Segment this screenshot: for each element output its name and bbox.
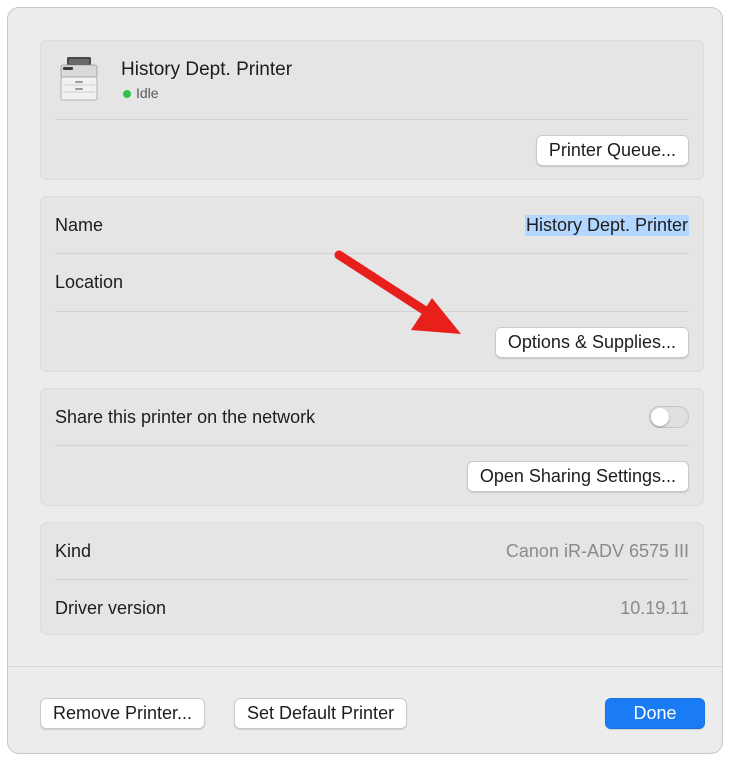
name-row: Name History Dept. Printer — [55, 197, 689, 253]
toggle-knob — [651, 408, 669, 426]
name-field[interactable]: History Dept. Printer — [524, 214, 689, 236]
location-field[interactable] — [489, 271, 689, 293]
sharing-card: Share this printer on the network Open S… — [40, 388, 704, 506]
footer-separator — [8, 666, 722, 667]
set-default-printer-button[interactable]: Set Default Printer — [234, 698, 408, 729]
printer-info-card: Kind Canon iR-ADV 6575 III Driver versio… — [40, 522, 704, 635]
open-sharing-settings-button[interactable]: Open Sharing Settings... — [466, 461, 689, 492]
kind-value: Canon iR-ADV 6575 III — [505, 540, 689, 561]
driver-value: 10.19.11 — [620, 597, 689, 618]
printer-settings-sheet: History Dept. Printer Idle Printer Queue… — [7, 7, 723, 754]
printer-queue-button[interactable]: Printer Queue... — [535, 135, 689, 166]
status-indicator-icon — [123, 90, 131, 99]
done-button[interactable]: Done — [605, 698, 705, 729]
kind-row: Kind Canon iR-ADV 6575 III — [55, 523, 689, 579]
printer-icon — [57, 55, 101, 103]
printer-details-card: Name History Dept. Printer Location Opti… — [40, 196, 704, 372]
printer-header-card: History Dept. Printer Idle Printer Queue… — [40, 40, 704, 180]
printer-status: Idle — [123, 85, 159, 101]
share-row: Share this printer on the network — [55, 389, 689, 445]
driver-label: Driver version — [55, 597, 167, 618]
share-divider — [55, 445, 689, 446]
options-supplies-button[interactable]: Options & Supplies... — [494, 327, 689, 358]
printer-status-text: Idle — [136, 85, 159, 101]
location-label: Location — [55, 271, 124, 292]
header-divider — [55, 119, 689, 120]
share-toggle[interactable] — [649, 406, 689, 428]
share-label: Share this printer on the network — [55, 406, 316, 427]
location-divider — [55, 311, 689, 312]
driver-row: Driver version 10.19.11 — [55, 580, 689, 636]
location-row: Location — [55, 254, 689, 310]
remove-printer-button[interactable]: Remove Printer... — [40, 698, 206, 729]
kind-label: Kind — [55, 540, 92, 561]
printer-title: History Dept. Printer — [121, 59, 293, 80]
name-label: Name — [55, 214, 104, 235]
